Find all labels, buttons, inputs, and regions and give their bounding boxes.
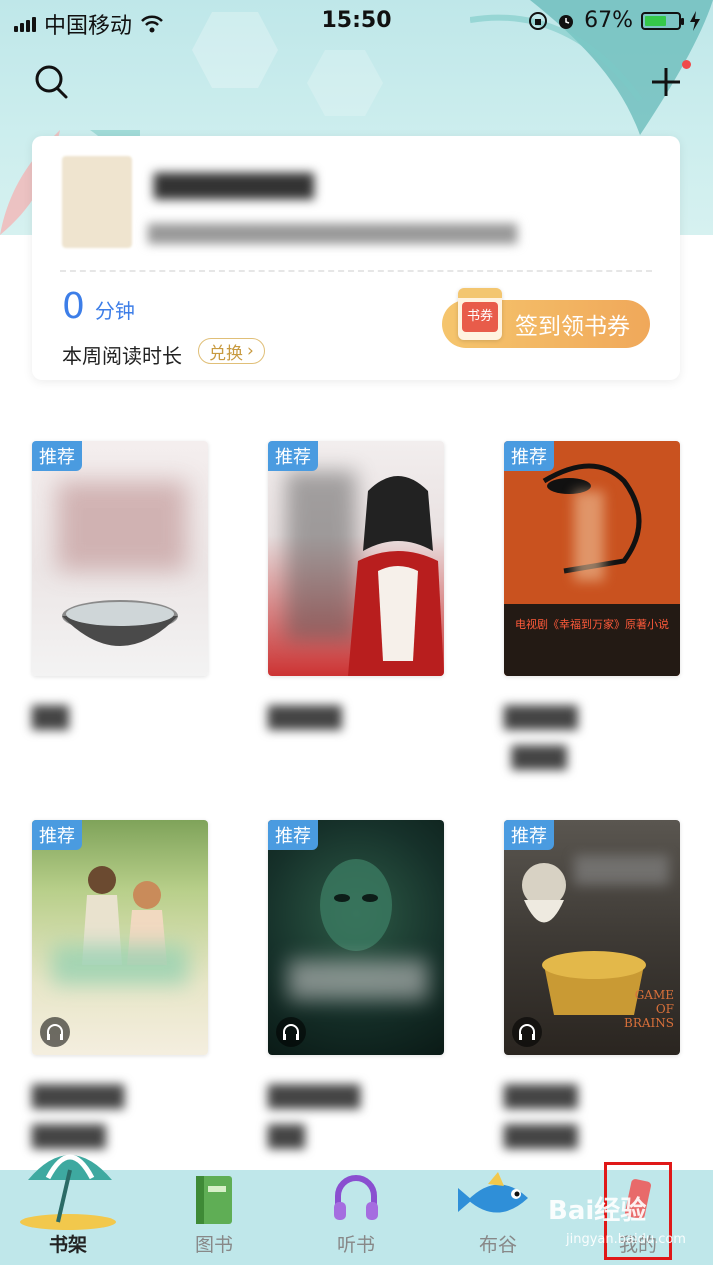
book-cover[interactable]: 推荐 电视剧《幸福到万家》原著小说 xyxy=(504,441,680,676)
book-cover[interactable]: 推荐 xyxy=(32,820,208,1055)
search-button[interactable] xyxy=(32,62,72,102)
tab-label: 布谷 xyxy=(478,1234,517,1256)
fish-icon xyxy=(458,1172,528,1213)
book-cover[interactable]: 推荐 xyxy=(268,820,444,1055)
tab-label: 书架 xyxy=(48,1234,87,1256)
recommend-tag: 推荐 xyxy=(504,820,554,850)
tab-label: 听书 xyxy=(336,1234,375,1256)
minutes-unit: 分钟 xyxy=(94,299,135,323)
book-title-blurred: ▇▇▇▇ ▇▇▇ xyxy=(504,702,578,770)
recommend-tag: 推荐 xyxy=(268,441,318,471)
book-item[interactable]: 推荐 ▇▇ xyxy=(32,441,208,736)
exchange-button[interactable]: 兑换 › xyxy=(198,338,265,364)
recommend-tag: 推荐 xyxy=(32,441,82,471)
beach-umbrella-icon xyxy=(20,1154,116,1230)
tab-bugu[interactable]: 布谷 xyxy=(448,1170,548,1265)
book-item[interactable]: 推荐 电视剧《幸福到万家》原著小说 ▇▇▇▇ ▇▇▇ xyxy=(504,441,680,776)
tab-books[interactable]: 图书 xyxy=(164,1170,264,1265)
exchange-label: 兑换 xyxy=(209,343,243,364)
watermark-url: jingyan.baidu.com xyxy=(566,1232,686,1247)
recent-book-desc-blurred: ▇▇▇▇▇▇▇▇▇▇▇▇▇▇▇▇▇▇▇▇▇▇▇▇ xyxy=(148,220,518,244)
recent-book-cover[interactable] xyxy=(62,156,132,248)
book-title-blurred: ▇▇ xyxy=(32,702,69,730)
headphones-icon xyxy=(334,1175,378,1220)
book-item[interactable]: 推荐 ▇▇▇▇▇ ▇▇▇▇ xyxy=(32,820,208,1155)
status-right: 67% xyxy=(528,8,701,33)
reading-minutes: 0 分钟 xyxy=(62,286,135,327)
tab-label: 图书 xyxy=(194,1234,233,1256)
battery-fill xyxy=(645,15,666,26)
reading-card: ▇▇▇▇▇▇▇▇ ▇▇▇▇▇▇▇▇▇▇▇▇▇▇▇▇▇▇▇▇▇▇▇▇ 0 分钟 本… xyxy=(32,136,680,380)
recommend-tag: 推荐 xyxy=(32,820,82,850)
alarm-icon xyxy=(559,14,574,29)
notification-dot xyxy=(682,60,691,69)
cover-caption: GAME OF BRAINS xyxy=(624,988,674,1030)
book-title-blurred: ▇▇▇▇ xyxy=(268,702,342,730)
coupon-text: 书券 xyxy=(462,302,498,332)
headphones-icon xyxy=(512,1017,542,1047)
book-icon xyxy=(196,1176,232,1224)
book-cover[interactable]: 推荐 GAME OF BRAINS xyxy=(504,820,680,1055)
coupon-icon: 书券 xyxy=(458,288,502,340)
recommend-tag: 推荐 xyxy=(268,820,318,850)
battery-icon xyxy=(641,11,684,30)
add-button[interactable] xyxy=(648,64,684,100)
divider xyxy=(60,270,652,272)
book-item[interactable]: 推荐 GAME OF BRAINS ▇▇▇▇ ▇▇▇▇ xyxy=(504,820,680,1155)
book-item[interactable]: 推荐 ▇▇▇▇▇ ▇▇ xyxy=(268,820,444,1155)
week-reading-label: 本周阅读时长 xyxy=(62,344,182,368)
recent-book-title-blurred: ▇▇▇▇▇▇▇▇ xyxy=(154,170,314,200)
book-cover[interactable]: 推荐 xyxy=(32,441,208,676)
watermark: Bai经验 xyxy=(548,1196,647,1226)
charging-icon xyxy=(690,10,700,31)
plus-icon xyxy=(652,68,680,96)
status-bar: 中国移动 15:50 67% xyxy=(0,0,713,44)
cover-caption: 电视剧《幸福到万家》原著小说 xyxy=(515,618,669,631)
book-title-blurred: ▇▇▇▇▇ ▇▇ xyxy=(268,1081,361,1149)
book-cover[interactable]: 推荐 xyxy=(268,441,444,676)
search-icon xyxy=(35,65,68,99)
headphones-icon xyxy=(276,1017,306,1047)
chevron-right-icon: › xyxy=(247,341,254,361)
minutes-value: 0 xyxy=(62,286,85,327)
book-item[interactable]: 推荐 ▇▇▇▇ xyxy=(268,441,444,736)
hexagon-decoration xyxy=(307,50,383,116)
checkin-label: 签到领书券 xyxy=(515,314,630,340)
tab-audiobooks[interactable]: 听书 xyxy=(306,1170,406,1265)
book-title-blurred: ▇▇▇▇ ▇▇▇▇ xyxy=(504,1081,578,1149)
tab-bookshelf[interactable]: 书架 xyxy=(18,1154,118,1265)
rotation-lock-icon xyxy=(529,11,548,30)
headphones-icon xyxy=(40,1017,70,1047)
battery-percent: 67% xyxy=(584,8,633,33)
recommend-tag: 推荐 xyxy=(504,441,554,471)
